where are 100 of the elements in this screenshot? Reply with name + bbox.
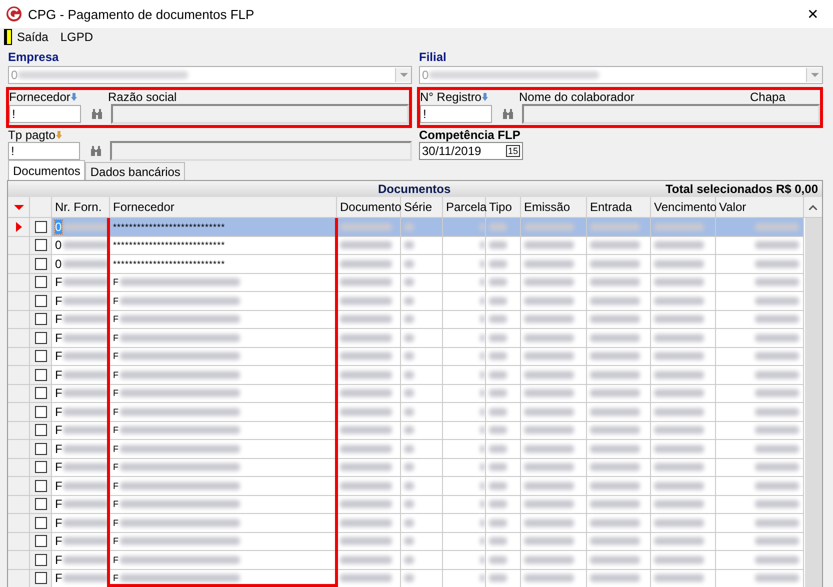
blurred-text [480, 574, 485, 582]
blurred-text [340, 574, 392, 582]
blurred-text [590, 463, 640, 472]
checkbox[interactable] [34, 461, 46, 474]
table-row[interactable]: 0 **************************** [8, 255, 805, 274]
checkbox[interactable] [34, 424, 46, 436]
column-header[interactable]: Tipo [486, 197, 521, 217]
field-label: Chapa [750, 90, 786, 104]
menu-item[interactable]: Saída [4, 29, 56, 45]
blurred-text [480, 389, 485, 398]
table-row[interactable]: F F [8, 384, 805, 403]
table-row[interactable]: F F [8, 458, 805, 477]
blurred-text [755, 574, 799, 582]
table-row[interactable]: F F [8, 551, 805, 570]
blurred-text [654, 426, 704, 434]
table-row[interactable]: F F [8, 440, 805, 458]
sort-arrow-icon [56, 131, 62, 139]
checkbox[interactable] [34, 239, 46, 252]
checkbox[interactable] [34, 535, 46, 548]
column-header[interactable]: Fornecedor [110, 197, 337, 217]
blurred-text [524, 278, 574, 286]
blurred-text [480, 370, 485, 379]
table-row[interactable]: F F [8, 403, 805, 422]
table-row[interactable]: F F [8, 496, 805, 514]
table-row[interactable]: F F [8, 348, 805, 366]
tab[interactable]: Documentos [8, 160, 86, 180]
table-row[interactable]: F F [8, 422, 805, 440]
blurred-text [63, 426, 109, 434]
column-header[interactable]: Nr. Forn. [52, 197, 110, 217]
column-header[interactable]: Vencimento [651, 197, 716, 217]
table-row[interactable]: F F [8, 310, 805, 329]
table-row[interactable]: F F [8, 514, 805, 532]
table-cell: F [113, 351, 119, 362]
checkbox[interactable] [34, 276, 46, 288]
dropdown-arrow-icon[interactable] [14, 204, 24, 210]
input-field[interactable]: ! [420, 105, 492, 123]
column-header[interactable]: Valor [716, 197, 804, 217]
checkbox[interactable] [34, 220, 46, 233]
checkbox[interactable] [34, 313, 46, 326]
sort-arrow-icon [482, 93, 488, 101]
input-field[interactable]: ! [9, 105, 81, 123]
checkbox[interactable] [34, 516, 46, 529]
binoculars-icon[interactable] [91, 109, 103, 119]
blurred-text [480, 408, 485, 416]
close-button[interactable]: ✕ [793, 0, 833, 28]
blurred-text [654, 352, 704, 360]
blurred-text [654, 463, 704, 472]
table-cell: F [55, 423, 62, 438]
blurred-text [755, 463, 799, 472]
checkbox[interactable] [34, 442, 46, 455]
checkbox[interactable] [34, 554, 46, 566]
column-header[interactable]: Série [401, 197, 443, 217]
blurred-text [654, 482, 704, 490]
tab[interactable]: Dados bancários [85, 162, 186, 180]
binoculars-icon[interactable] [90, 146, 102, 156]
blurred-text [524, 222, 574, 231]
window-title: CPG - Pagamento de documentos FLP [28, 6, 256, 22]
column-header[interactable]: Emissão [521, 197, 587, 217]
blurred-text [480, 241, 485, 250]
table-row[interactable]: F F [8, 570, 805, 587]
table-row[interactable]: F F [8, 366, 805, 384]
blurred-text [489, 537, 507, 546]
table-row[interactable]: F F [8, 532, 805, 551]
blurred-text [63, 556, 109, 564]
date-field[interactable]: 30/11/2019 15 [419, 142, 523, 160]
binoculars-icon[interactable] [502, 109, 514, 119]
app-logo-icon [6, 6, 22, 22]
column-header[interactable]: Documento [337, 197, 401, 217]
menu-item[interactable]: LGPD [60, 30, 102, 44]
blurred-text [590, 315, 640, 324]
checkbox[interactable] [34, 480, 46, 492]
table-row[interactable]: 0 **************************** [8, 218, 805, 236]
scroll-up-icon[interactable] [808, 204, 816, 210]
checkbox[interactable] [34, 498, 46, 510]
checkbox[interactable] [34, 572, 46, 584]
table-row[interactable]: F F [8, 477, 805, 496]
checkbox[interactable] [34, 406, 46, 418]
scrollbar[interactable] [805, 218, 822, 587]
checkbox[interactable] [34, 368, 46, 381]
blurred-text [654, 260, 704, 268]
blurred-text [590, 556, 640, 564]
blurred-text [755, 222, 799, 231]
checkbox[interactable] [34, 387, 46, 400]
table-cell: F [113, 296, 119, 306]
table-row[interactable]: F F [8, 292, 805, 310]
checkbox[interactable] [34, 350, 46, 362]
checkbox[interactable] [34, 294, 46, 307]
checkbox[interactable] [34, 258, 46, 270]
blurred-text [590, 260, 640, 268]
blurred-text [524, 482, 574, 490]
field-label: Filial [419, 50, 448, 64]
blurred-text [62, 222, 109, 231]
input-field[interactable]: ! [8, 142, 80, 160]
checkbox[interactable] [34, 332, 46, 344]
column-header[interactable]: Entrada [587, 197, 651, 217]
table-row[interactable]: F F [8, 329, 805, 348]
table-row[interactable]: F F [8, 274, 805, 292]
table-row[interactable]: 0 **************************** [8, 236, 805, 255]
column-header[interactable]: Parcela [443, 197, 486, 217]
calendar-icon[interactable]: 15 [506, 145, 520, 157]
